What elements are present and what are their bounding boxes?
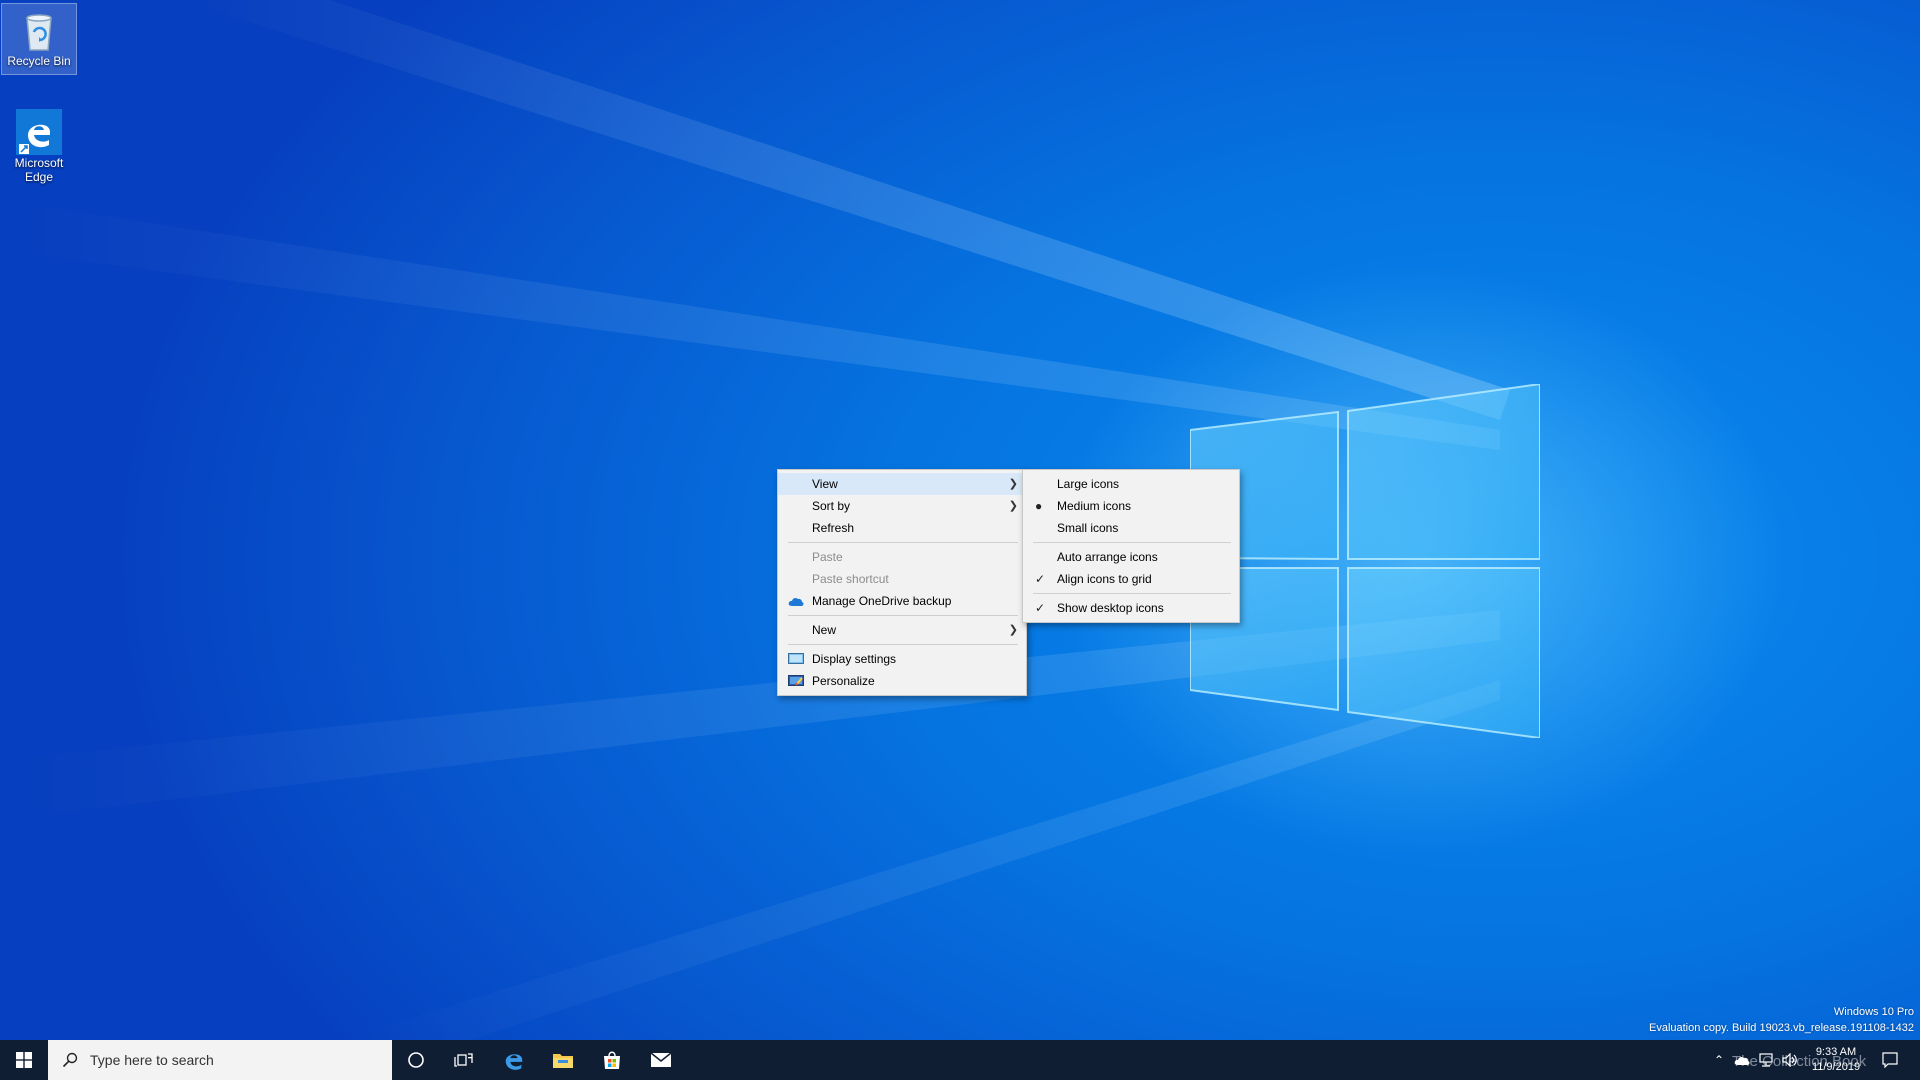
action-center-button[interactable]: [1870, 1040, 1910, 1080]
menu-separator: [1033, 542, 1231, 543]
show-hidden-icons-button[interactable]: ⌃: [1708, 1040, 1730, 1080]
menu-item-label: Paste: [812, 550, 843, 564]
checkmark-icon: ✓: [1035, 601, 1046, 615]
evaluation-watermark: Windows 10 Pro Evaluation copy. Build 19…: [1649, 1004, 1914, 1036]
submenu-item-small-icons[interactable]: Small icons: [1023, 517, 1239, 539]
radio-selected-icon: ●: [1035, 499, 1043, 513]
onedrive-cloud-icon: [788, 597, 804, 606]
watermark-edition: Windows 10 Pro: [1833, 1006, 1914, 1018]
menu-separator: [1033, 593, 1231, 594]
menu-item-label: Refresh: [812, 521, 855, 535]
submenu-item-auto-arrange-icons[interactable]: Auto arrange icons: [1023, 546, 1239, 568]
windows-start-icon: [16, 1052, 32, 1068]
clock-date: 11/9/2019: [1811, 1061, 1861, 1073]
desktop[interactable]: Recycle Bin Microsoft Edge View ❯ Sort b…: [0, 0, 1920, 1040]
network-icon: [1759, 1053, 1773, 1067]
submenu-item-align-icons-to-grid[interactable]: ✓ Align icons to grid: [1023, 568, 1239, 590]
menu-item-label: Paste shortcut: [812, 572, 889, 586]
display-settings-icon: [788, 653, 804, 664]
chevron-right-icon: ❯: [1008, 624, 1018, 636]
menu-item-new[interactable]: New ❯: [778, 619, 1026, 641]
onedrive-tray-button[interactable]: [1730, 1040, 1754, 1080]
menu-item-label: View: [812, 477, 838, 491]
chevron-up-icon: ⌃: [1713, 1053, 1725, 1067]
taskbar-edge-button[interactable]: [490, 1040, 538, 1080]
desktop-icon-label: Recycle Bin: [7, 54, 71, 68]
personalize-icon: [788, 675, 804, 686]
desktop-icon-recycle-bin[interactable]: Recycle Bin: [1, 3, 77, 75]
menu-item-label: Show desktop icons: [1057, 601, 1164, 615]
file-explorer-button[interactable]: [539, 1040, 587, 1080]
menu-item-paste-shortcut: Paste shortcut: [778, 568, 1026, 590]
menu-item-label: New: [812, 623, 837, 637]
menu-item-label: Small icons: [1057, 521, 1119, 535]
recycle-bin-icon: [26, 14, 52, 51]
desktop-icon-label: Microsoft Edge: [14, 156, 64, 184]
file-explorer-icon: [553, 1054, 573, 1068]
chevron-right-icon: ❯: [1008, 478, 1018, 490]
submenu-item-show-desktop-icons[interactable]: ✓ Show desktop icons: [1023, 597, 1239, 619]
context-menu: View ❯ Sort by ❯ Refresh Paste Paste sho…: [777, 469, 1027, 696]
menu-item-label: Large icons: [1057, 477, 1120, 491]
menu-item-display-settings[interactable]: Display settings: [778, 648, 1026, 670]
windows-logo-wallpaper: [1190, 384, 1540, 738]
checkmark-icon: ✓: [1035, 572, 1046, 586]
volume-icon: [1782, 1053, 1797, 1067]
network-tray-button[interactable]: [1754, 1040, 1778, 1080]
menu-item-personalize[interactable]: Personalize: [778, 670, 1026, 692]
search-input[interactable]: [88, 1051, 372, 1069]
menu-item-label: Align icons to grid: [1057, 572, 1152, 586]
submenu-item-medium-icons[interactable]: ● Medium icons: [1023, 495, 1239, 517]
menu-item-label: Manage OneDrive backup: [812, 594, 952, 608]
store-icon: [604, 1051, 620, 1069]
menu-item-label: Sort by: [812, 499, 851, 513]
menu-item-view[interactable]: View ❯: [778, 473, 1026, 495]
edge-icon: [505, 1054, 523, 1070]
mail-button[interactable]: [637, 1040, 685, 1080]
menu-item-label: Medium icons: [1057, 499, 1132, 513]
menu-item-paste: Paste: [778, 546, 1026, 568]
start-button[interactable]: [0, 1040, 48, 1080]
submenu-item-large-icons[interactable]: Large icons: [1023, 473, 1239, 495]
edge-icon: [16, 109, 62, 155]
task-view-button[interactable]: [440, 1040, 488, 1080]
volume-tray-button[interactable]: [1778, 1040, 1802, 1080]
menu-separator: [788, 615, 1018, 616]
onedrive-cloud-icon: [1734, 1056, 1750, 1065]
clock-time: 9:33 AM: [1815, 1046, 1857, 1058]
menu-item-label: Display settings: [812, 652, 897, 666]
watermark-build: Evaluation copy. Build 19023.vb_release.…: [1648, 1022, 1914, 1034]
menu-item-manage-onedrive-backup[interactable]: Manage OneDrive backup: [778, 590, 1026, 612]
clock[interactable]: 9:33 AM 11/9/2019: [1804, 1040, 1868, 1080]
desktop-icon-microsoft-edge[interactable]: Microsoft Edge: [2, 106, 76, 192]
menu-separator: [788, 542, 1018, 543]
search-icon: [62, 1052, 78, 1068]
menu-separator: [788, 644, 1018, 645]
microsoft-store-button[interactable]: [588, 1040, 636, 1080]
menu-item-label: Personalize: [812, 674, 875, 688]
notification-icon: [1882, 1052, 1898, 1068]
view-submenu: Large icons ● Medium icons Small icons A…: [1022, 469, 1240, 623]
cortana-button[interactable]: [392, 1040, 440, 1080]
taskbar: The Collection Book ⌃ 9:33 AM 11/9/2019: [0, 1040, 1920, 1080]
menu-item-refresh[interactable]: Refresh: [778, 517, 1026, 539]
cortana-icon: [408, 1052, 424, 1068]
chevron-right-icon: ❯: [1008, 500, 1018, 512]
task-view-icon: [454, 1053, 473, 1067]
menu-item-label: Auto arrange icons: [1057, 550, 1158, 564]
mail-icon: [650, 1052, 672, 1067]
taskbar-search-box[interactable]: [48, 1040, 392, 1080]
menu-item-sort-by[interactable]: Sort by ❯: [778, 495, 1026, 517]
